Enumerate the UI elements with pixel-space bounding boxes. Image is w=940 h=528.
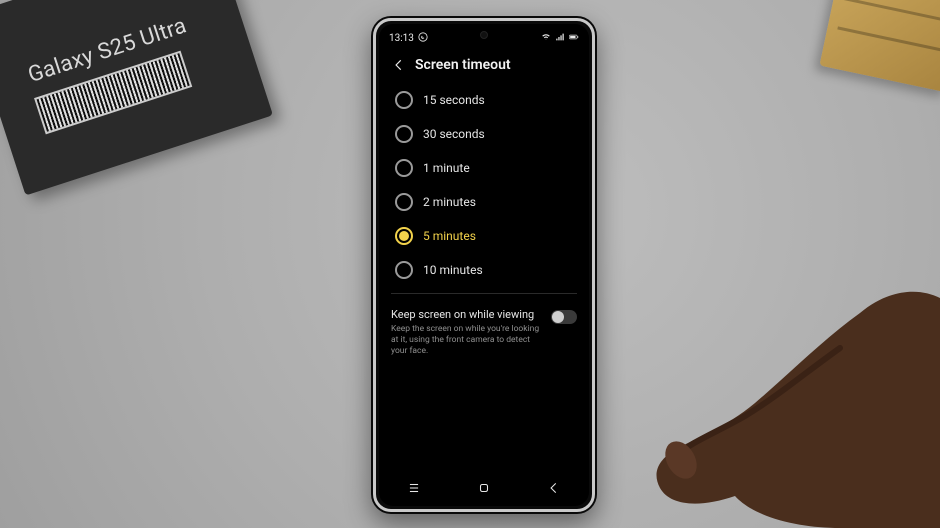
option-label: 5 minutes [423,229,476,243]
phone-screen: 13:13 Screen timeout [379,24,589,506]
option-label: 15 seconds [423,93,485,107]
radio-icon [395,261,413,279]
radio-icon [395,193,413,211]
option-2-minutes[interactable]: 2 minutes [383,185,585,219]
option-1-minute[interactable]: 1 minute [383,151,585,185]
nav-recents-button[interactable] [399,479,429,497]
back-button[interactable] [391,57,407,73]
status-time: 13:13 [389,33,414,44]
option-30-seconds[interactable]: 30 seconds [383,117,585,151]
signal-icon [555,32,565,45]
option-label: 30 seconds [423,127,485,141]
option-15-seconds[interactable]: 15 seconds [383,83,585,117]
radio-icon [395,91,413,109]
option-5-minutes[interactable]: 5 minutes [383,219,585,253]
option-label: 10 minutes [423,263,483,277]
front-camera-hole [480,31,488,39]
timeout-options-list: 15 seconds 30 seconds 1 minute 2 minutes… [379,81,589,287]
app-header: Screen timeout [379,47,589,81]
nav-back-button[interactable] [539,479,569,497]
keep-screen-on-description: Keep the screen on while you're looking … [391,324,541,357]
whatsapp-icon [418,32,428,45]
radio-icon [395,227,413,245]
phone: 13:13 Screen timeout [371,16,597,514]
divider [391,293,577,294]
keep-screen-on-toggle[interactable] [551,310,577,324]
option-10-minutes[interactable]: 10 minutes [383,253,585,287]
radio-icon [395,125,413,143]
option-label: 1 minute [423,161,470,175]
battery-icon [569,32,579,45]
radio-icon [395,159,413,177]
nav-bar [379,474,589,506]
keep-screen-on-title: Keep screen on while viewing [391,308,541,322]
keep-screen-on-row[interactable]: Keep screen on while viewing Keep the sc… [379,300,589,365]
option-label: 2 minutes [423,195,476,209]
page-title: Screen timeout [415,57,511,73]
wifi-icon [541,32,551,45]
nav-home-button[interactable] [469,479,499,497]
